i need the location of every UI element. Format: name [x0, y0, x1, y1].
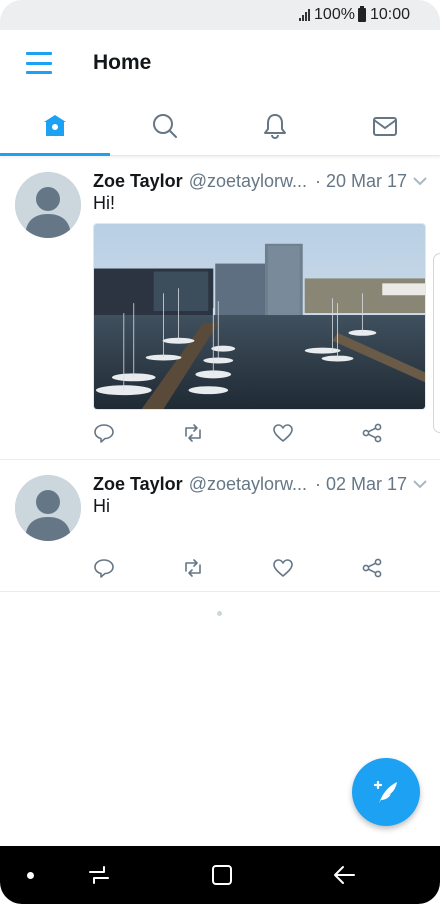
tweet-text: Hi: [93, 496, 110, 516]
like-button[interactable]: [272, 557, 296, 581]
like-icon: [273, 559, 293, 577]
tab-notifications[interactable]: [220, 96, 330, 155]
timestamp: · 20 Mar 17: [315, 170, 408, 191]
avatar[interactable]: [15, 475, 81, 541]
like-button[interactable]: [272, 422, 296, 446]
app-bar: Home: [0, 30, 440, 96]
home-button[interactable]: [207, 860, 237, 890]
tweet-header: Zoe Taylor @zoetaylorw... · 20 Mar 17: [93, 169, 428, 193]
share-button[interactable]: [361, 422, 385, 446]
username[interactable]: @zoetaylorw...: [189, 171, 307, 192]
chevron-down-icon[interactable]: [412, 173, 428, 189]
compose-tweet-button[interactable]: [352, 758, 420, 826]
signal-icon: [299, 9, 311, 21]
avatar[interactable]: [15, 172, 81, 238]
retweet-icon: [185, 559, 201, 577]
display-name[interactable]: Zoe Taylor: [93, 171, 183, 192]
loading-indicator: [217, 611, 222, 616]
recent-apps-icon: [89, 866, 109, 884]
status-bar: 100% 10:00: [0, 0, 440, 30]
tweet[interactable]: Zoe Taylor @zoetaylorw... · 02 Mar 17 Hi: [0, 460, 440, 592]
home-square-icon: [212, 865, 232, 885]
tab-home[interactable]: [0, 96, 110, 156]
battery-icon: [357, 6, 366, 22]
compose-tweet-icon: [373, 780, 397, 803]
retweet-button[interactable]: [182, 422, 206, 446]
default-profile-icon: [15, 475, 81, 541]
tweet[interactable]: Zoe Taylor @zoetaylorw... · 20 Mar 17 Hi…: [0, 157, 440, 460]
edge-panel-handle[interactable]: [433, 253, 440, 433]
nav-dot-button[interactable]: [24, 860, 36, 890]
like-icon: [273, 424, 293, 442]
share-icon: [362, 558, 382, 578]
back-arrow-icon: [334, 866, 355, 884]
tab-search[interactable]: [110, 96, 220, 155]
back-button[interactable]: [330, 860, 360, 890]
bell-icon: [264, 113, 286, 139]
username[interactable]: @zoetaylorw...: [189, 474, 307, 495]
tweet-text: Hi!: [93, 193, 115, 213]
display-name[interactable]: Zoe Taylor: [93, 474, 183, 495]
retweet-icon: [185, 424, 201, 442]
retweet-button[interactable]: [182, 557, 206, 581]
recent-apps-button[interactable]: [84, 860, 114, 890]
clock: 10:00: [369, 6, 410, 23]
tweet-actions: [93, 557, 428, 581]
harbor-photo: [94, 224, 425, 409]
search-icon: [153, 113, 177, 138]
chevron-down-icon[interactable]: [412, 476, 428, 492]
home-icon: [44, 114, 66, 136]
tab-messages[interactable]: [330, 96, 440, 155]
battery-percent: 100%: [314, 6, 355, 23]
tweet-actions: [93, 422, 428, 446]
system-navigation-bar: [0, 846, 440, 904]
reply-button[interactable]: [93, 557, 117, 581]
hamburger-menu-icon[interactable]: [26, 52, 52, 74]
tweet-header: Zoe Taylor @zoetaylorw... · 02 Mar 17: [93, 472, 428, 496]
mail-icon: [373, 116, 397, 136]
reply-icon: [94, 559, 114, 578]
share-button[interactable]: [361, 557, 385, 581]
reply-button[interactable]: [93, 422, 117, 446]
dot-icon: [26, 871, 34, 879]
tab-bar: [0, 96, 440, 156]
share-icon: [362, 423, 382, 443]
default-profile-icon: [15, 172, 81, 238]
page-title: Home: [93, 51, 152, 74]
timeline: Zoe Taylor @zoetaylorw... · 20 Mar 17 Hi…: [0, 157, 440, 592]
reply-icon: [94, 424, 114, 443]
tweet-photo[interactable]: [93, 223, 426, 410]
timestamp: · 02 Mar 17: [315, 473, 408, 494]
